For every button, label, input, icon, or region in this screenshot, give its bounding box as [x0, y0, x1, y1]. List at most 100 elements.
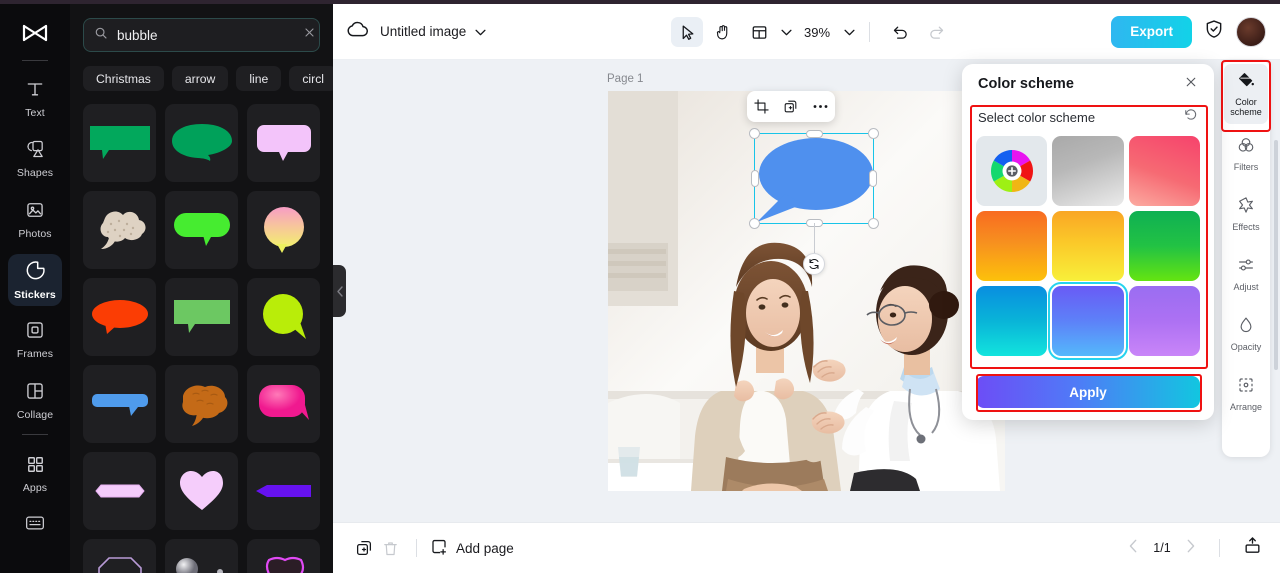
chevron-right-icon[interactable]: [1185, 539, 1196, 558]
add-page-button[interactable]: Add page: [430, 538, 514, 559]
zoom-chevron-down-icon[interactable]: [844, 23, 855, 41]
right-rail-scrollbar[interactable]: [1274, 140, 1278, 370]
resize-handle-bottom-left[interactable]: [749, 218, 760, 229]
resize-handle-top[interactable]: [805, 130, 823, 138]
object-selection-box[interactable]: [749, 128, 879, 275]
blue-cyan-scheme-swatch[interactable]: [976, 286, 1048, 356]
close-icon[interactable]: [1184, 75, 1198, 94]
sticker-item[interactable]: [165, 191, 238, 269]
resize-handle-top-right[interactable]: [868, 128, 879, 139]
crop-button[interactable]: [754, 99, 769, 114]
rotate-handle[interactable]: [803, 253, 825, 275]
right-rail-item-color-scheme[interactable]: Color scheme: [1224, 64, 1268, 124]
resize-handle-right[interactable]: [869, 170, 877, 187]
stickers-icon: [25, 260, 46, 286]
apply-button[interactable]: Apply: [976, 376, 1200, 408]
right-rail-item-arrange[interactable]: Arrange: [1224, 364, 1268, 424]
blue-violet-scheme-swatch[interactable]: [1048, 282, 1128, 360]
filters-icon: [1237, 136, 1255, 159]
yellow-scheme-swatch[interactable]: [1052, 211, 1124, 281]
right-rail-item-adjust[interactable]: Adjust: [1224, 244, 1268, 304]
undo-button[interactable]: [884, 17, 916, 47]
right-rail-item-effects[interactable]: Effects: [1224, 184, 1268, 244]
resize-handle-bottom-right[interactable]: [868, 218, 879, 229]
shield-check-icon[interactable]: [1204, 19, 1224, 44]
right-rail-item-opacity[interactable]: Opacity: [1224, 304, 1268, 364]
sidebar-item-frames[interactable]: Frames: [8, 315, 62, 366]
select-tool-button[interactable]: [671, 17, 703, 47]
pink-red-scheme-swatch[interactable]: [1128, 136, 1200, 206]
orange-scheme-swatch[interactable]: [976, 211, 1048, 281]
sticker-item[interactable]: [83, 365, 156, 443]
zoom-level[interactable]: 39%: [804, 25, 830, 40]
layout-tool-button[interactable]: [743, 17, 775, 47]
grey-scheme-swatch[interactable]: [1052, 136, 1124, 206]
capcut-logo-icon[interactable]: [15, 16, 55, 52]
sidebar-item-collage[interactable]: Collage: [8, 375, 62, 426]
chevron-down-icon[interactable]: [475, 23, 486, 41]
tag-chip[interactable]: line: [236, 66, 282, 91]
collage-icon: [25, 381, 45, 406]
sticker-item[interactable]: [83, 104, 156, 182]
right-rail-item-filters[interactable]: Filters: [1224, 124, 1268, 184]
sidebar-item-photos[interactable]: Photos: [8, 194, 62, 245]
sidebar-item-stickers[interactable]: Stickers: [8, 254, 62, 306]
purple-scheme-swatch[interactable]: [1128, 286, 1200, 356]
search-box[interactable]: [83, 18, 320, 52]
select-scheme-row: Select color scheme: [962, 104, 1214, 130]
custom-color-wheel-swatch[interactable]: [976, 136, 1048, 206]
sticker-item[interactable]: [165, 539, 238, 573]
sticker-item[interactable]: [247, 452, 320, 530]
export-panel-icon[interactable]: [1243, 536, 1262, 560]
duplicate-button[interactable]: [783, 99, 798, 114]
blue-speech-bubble-sticker: [757, 138, 873, 222]
tag-chip[interactable]: arrow: [171, 66, 229, 91]
document-title[interactable]: Untitled image: [380, 24, 466, 39]
sticker-item[interactable]: [83, 452, 156, 530]
sidebar-item-label: Photos: [18, 227, 52, 240]
avatar[interactable]: [1236, 16, 1266, 47]
export-button[interactable]: Export: [1111, 15, 1192, 48]
resize-handle-left[interactable]: [751, 170, 759, 187]
tag-chip[interactable]: circl: [289, 66, 333, 91]
shapes-icon: [25, 139, 46, 164]
sticker-item[interactable]: [83, 191, 156, 269]
resize-handle-top-left[interactable]: [749, 128, 760, 139]
delete-page-button[interactable]: [377, 535, 403, 561]
chevron-left-icon[interactable]: [1128, 539, 1139, 558]
sticker-item[interactable]: [247, 278, 320, 356]
hand-tool-button[interactable]: [707, 17, 739, 47]
search-input[interactable]: [117, 27, 294, 43]
add-page-label: Add page: [456, 540, 514, 556]
sticker-item[interactable]: [165, 278, 238, 356]
reset-icon[interactable]: [1184, 108, 1198, 127]
sticker-item[interactable]: [83, 539, 156, 573]
right-rail-item-label: Adjust: [1233, 281, 1259, 292]
app-root: Text Shapes Photos Stickers Frames Colla…: [0, 0, 1280, 573]
green-scheme-swatch[interactable]: [1128, 211, 1200, 281]
sidebar-item-apps[interactable]: Apps: [8, 448, 62, 499]
redo-button[interactable]: [920, 17, 952, 47]
sidebar-item-shapes[interactable]: Shapes: [8, 134, 62, 185]
sticker-item[interactable]: [165, 104, 238, 182]
more-horizontal-icon[interactable]: [813, 104, 828, 109]
duplicate-page-button[interactable]: [351, 535, 377, 561]
sticker-item[interactable]: [247, 539, 320, 573]
tag-chip[interactable]: Christmas: [83, 66, 164, 91]
sticker-item[interactable]: [83, 278, 156, 356]
sticker-item[interactable]: [165, 452, 238, 530]
sidebar-item-label: Text: [25, 107, 45, 120]
layout-chevron-down-icon[interactable]: [781, 23, 792, 41]
sidebar-item-text[interactable]: Text: [8, 74, 62, 125]
cloud-save-icon[interactable]: [347, 21, 368, 43]
sticker-item[interactable]: [247, 191, 320, 269]
sticker-item[interactable]: [165, 365, 238, 443]
adjust-icon: [1237, 256, 1255, 279]
sticker-item[interactable]: [247, 104, 320, 182]
keyboard-shortcuts-button[interactable]: [8, 500, 62, 551]
sidebar-item-label: Apps: [22, 481, 48, 494]
close-icon[interactable]: [303, 26, 316, 44]
sticker-item[interactable]: [247, 365, 320, 443]
arrange-icon: [1237, 376, 1255, 399]
panel-collapse-handle[interactable]: [333, 265, 346, 317]
